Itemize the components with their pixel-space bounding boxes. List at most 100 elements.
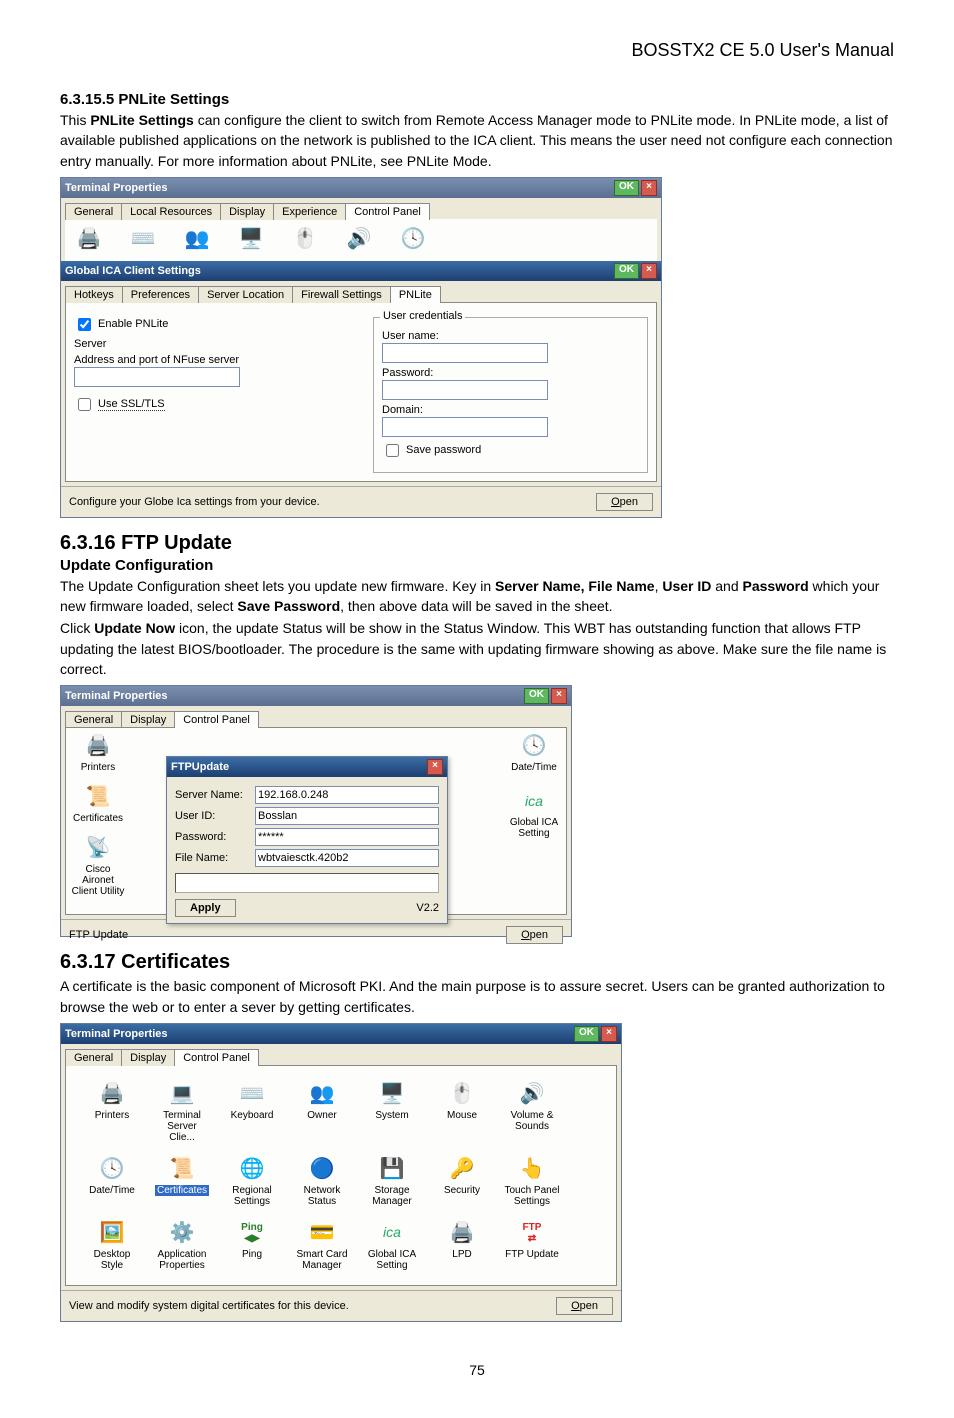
tab-local-resources[interactable]: Local Resources — [121, 203, 221, 220]
tab-preferences[interactable]: Preferences — [122, 286, 199, 303]
tab-firewall[interactable]: Firewall Settings — [292, 286, 391, 303]
label: LPD — [452, 1249, 471, 1260]
icon-row: 🖨️ ⌨️ 👥 🖥️ 🖱️ 🔊 🕓 — [65, 219, 657, 261]
username-input[interactable] — [382, 343, 548, 363]
ok-button[interactable]: OK — [574, 1026, 599, 1042]
open-button[interactable]: Open — [556, 1297, 613, 1315]
t: Password — [743, 578, 809, 594]
cp-global-ica[interactable]: icaGlobal ICA Setting — [506, 787, 562, 839]
status-text: View and modify system digital certifica… — [69, 1300, 349, 1312]
cp-printers[interactable]: 🖨️Printers — [84, 1080, 140, 1143]
label: Security — [444, 1185, 480, 1196]
dialog-terminal-properties-1: Terminal Properties OK × General Local R… — [60, 177, 662, 518]
cp-owner[interactable]: 👥Owner — [294, 1080, 350, 1143]
tab-general[interactable]: General — [65, 1049, 122, 1066]
tab-control-panel[interactable]: Control Panel — [174, 711, 259, 728]
cp-terminal-server[interactable]: 💻Terminal Server Clie... — [154, 1080, 210, 1143]
cp-cisco[interactable]: 📡Cisco Aironet Client Utility — [70, 834, 126, 897]
password-input[interactable] — [255, 828, 439, 846]
key-icon: 🔑 — [448, 1155, 476, 1183]
cp-mouse[interactable]: 🖱️Mouse — [434, 1080, 490, 1143]
close-icon[interactable]: × — [551, 688, 567, 704]
tab-experience[interactable]: Experience — [273, 203, 346, 220]
server-name-input[interactable] — [255, 786, 439, 804]
cp-touch-panel[interactable]: 👆Touch Panel Settings — [504, 1155, 560, 1207]
ok-button[interactable]: OK — [614, 180, 639, 196]
cp-regional[interactable]: 🌐Regional Settings — [224, 1155, 280, 1207]
ssl-checkbox[interactable] — [78, 398, 91, 411]
cp-datetime[interactable]: 🕓Date/Time — [84, 1155, 140, 1207]
cp-app-properties[interactable]: ⚙️Application Properties — [154, 1219, 210, 1271]
t: , then above data will be saved in the s… — [340, 598, 612, 614]
apply-button[interactable]: Apply — [175, 899, 236, 917]
tab-display[interactable]: Display — [121, 1049, 175, 1066]
cp-certificates[interactable]: 📜Certificates — [154, 1155, 210, 1207]
tab-general[interactable]: General — [65, 711, 122, 728]
mouse-icon: 🖱️ — [448, 1080, 476, 1108]
cp-keyboard[interactable]: ⌨️Keyboard — [224, 1080, 280, 1143]
open-button[interactable]: Open — [506, 926, 563, 944]
tab-server-location[interactable]: Server Location — [198, 286, 293, 303]
save-password-checkbox[interactable] — [386, 444, 399, 457]
clock-icon: 🕓 — [520, 732, 548, 760]
printer-icon[interactable]: 🖨️ — [75, 225, 103, 253]
cp-datetime[interactable]: 🕓Date/Time — [506, 732, 562, 773]
terminal-icon: 💻 — [168, 1080, 196, 1108]
ok-button[interactable]: OK — [524, 688, 549, 704]
pnlite-panel: Enable PNLite Server Address and port of… — [65, 302, 657, 482]
password-label: Password: — [175, 831, 255, 843]
tabs-inner: Hotkeys Preferences Server Location Fire… — [61, 281, 661, 302]
volume-icon[interactable]: 🔊 — [345, 225, 373, 253]
cp-network-status[interactable]: 🔵Network Status — [294, 1155, 350, 1207]
label: Terminal Server Clie... — [154, 1110, 210, 1143]
tab-general[interactable]: General — [65, 203, 122, 220]
datetime-icon[interactable]: 🕓 — [399, 225, 427, 253]
status-text: Configure your Globe Ica settings from y… — [69, 496, 320, 508]
tab-control-panel[interactable]: Control Panel — [345, 203, 430, 220]
cp-lpd[interactable]: 🖨️LPD — [434, 1219, 490, 1271]
ica-icon: ica — [520, 787, 548, 815]
network-icon: 🔵 — [308, 1155, 336, 1183]
cp-smart-card[interactable]: 💳Smart Card Manager — [294, 1219, 350, 1271]
tab-display[interactable]: Display — [220, 203, 274, 220]
cp-system[interactable]: 🖥️System — [364, 1080, 420, 1143]
mouse-icon[interactable]: 🖱️ — [291, 225, 319, 253]
ftp-update-dialog: FTPUpdate × Server Name: User ID: Passwo… — [166, 756, 448, 924]
system-icon[interactable]: 🖥️ — [237, 225, 265, 253]
title-text: Terminal Properties — [65, 182, 168, 194]
cp-desktop-style[interactable]: 🖼️Desktop Style — [84, 1219, 140, 1271]
cp-global-ica[interactable]: icaGlobal ICA Setting — [364, 1219, 420, 1271]
enable-pnlite-checkbox[interactable] — [78, 318, 91, 331]
cp-certificates[interactable]: 📜Certificates — [70, 783, 126, 824]
file-name-input[interactable] — [255, 849, 439, 867]
close-icon[interactable]: × — [601, 1026, 617, 1042]
keyboard-icon[interactable]: ⌨️ — [129, 225, 157, 253]
tab-control-panel[interactable]: Control Panel — [174, 1049, 259, 1066]
tab-display[interactable]: Display — [121, 711, 175, 728]
password-input[interactable] — [382, 380, 548, 400]
close-icon[interactable]: × — [641, 263, 657, 279]
keyboard-icon: ⌨️ — [238, 1080, 266, 1108]
status-bar: Configure your Globe Ica settings from y… — [61, 486, 661, 517]
cp-printers[interactable]: 🖨️Printers — [70, 732, 126, 773]
ok-button[interactable]: OK — [614, 263, 639, 279]
cp-security[interactable]: 🔑 Security — [434, 1155, 490, 1207]
tab-pnlite[interactable]: PNLite — [390, 286, 441, 303]
cp-ftp-update[interactable]: FTP⇄FTP Update — [504, 1219, 560, 1271]
close-icon[interactable]: × — [641, 180, 657, 196]
label: Storage Manager — [364, 1185, 420, 1207]
owner-icon[interactable]: 👥 — [183, 225, 211, 253]
cp-volume[interactable]: 🔊Volume & Sounds — [504, 1080, 560, 1143]
cp-storage[interactable]: 💾Storage Manager — [364, 1155, 420, 1207]
cp-ping[interactable]: Ping◀▶Ping — [224, 1219, 280, 1271]
label: Global ICA Setting — [506, 817, 562, 839]
close-icon[interactable]: × — [427, 759, 443, 775]
group-legend: User credentials — [380, 310, 465, 322]
status-text: FTP Update — [69, 929, 128, 941]
user-id-input[interactable] — [255, 807, 439, 825]
system-icon: 🖥️ — [378, 1080, 406, 1108]
tab-hotkeys[interactable]: Hotkeys — [65, 286, 123, 303]
open-button[interactable]: OOpenpen — [596, 493, 653, 511]
address-input[interactable] — [74, 367, 240, 387]
domain-input[interactable] — [382, 417, 548, 437]
